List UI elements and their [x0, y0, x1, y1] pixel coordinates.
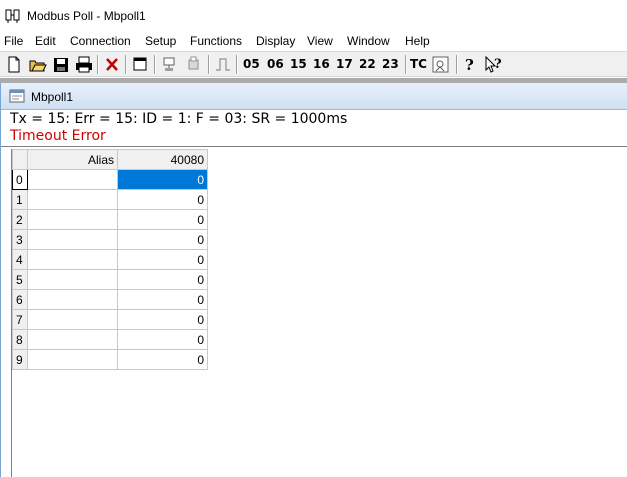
register-column-header[interactable]: 40080: [117, 149, 208, 170]
menu-setup[interactable]: Setup: [145, 34, 176, 48]
toolbar-separator: [97, 55, 99, 74]
row-index[interactable]: 8: [12, 329, 28, 350]
register-value-cell[interactable]: 0: [117, 249, 208, 270]
table-row[interactable]: 90: [12, 349, 208, 370]
tc-button[interactable]: TC: [410, 57, 427, 71]
open-folder-icon[interactable]: [29, 55, 47, 74]
alias-cell[interactable]: [27, 229, 118, 250]
menu-file[interactable]: File: [4, 34, 23, 48]
title-bar: Modbus Poll - Mbpoll1: [0, 0, 627, 31]
write-icon[interactable]: [185, 55, 203, 74]
svg-text:?: ?: [465, 56, 474, 74]
modbus-poll-app-icon: [5, 8, 21, 24]
table-row[interactable]: 60: [12, 289, 208, 310]
menu-help[interactable]: Help: [405, 34, 430, 48]
table-row[interactable]: 40: [12, 249, 208, 270]
read-icon[interactable]: [161, 55, 179, 74]
menu-window[interactable]: Window: [347, 34, 390, 48]
alias-cell[interactable]: [27, 289, 118, 310]
svg-text:?: ?: [494, 57, 502, 72]
menu-view[interactable]: View: [307, 34, 333, 48]
alias-cell[interactable]: [27, 329, 118, 350]
row-index[interactable]: 4: [12, 249, 28, 270]
alias-cell[interactable]: [27, 189, 118, 210]
context-help-icon[interactable]: ?: [484, 55, 504, 74]
register-value-cell[interactable]: 0: [117, 189, 208, 210]
poll-status-text: Tx = 15: Err = 15: ID = 1: F = 03: SR = …: [10, 111, 348, 127]
register-grid-area: Alias 40080 00102030405060708090: [11, 149, 627, 477]
register-value-cell[interactable]: 0: [117, 169, 208, 190]
menu-display[interactable]: Display: [256, 34, 295, 48]
save-icon[interactable]: [53, 55, 69, 74]
table-row[interactable]: 70: [12, 309, 208, 330]
row-index[interactable]: 3: [12, 229, 28, 250]
register-value-cell[interactable]: 0: [117, 309, 208, 330]
pulse-icon[interactable]: [214, 55, 232, 74]
toolbar-separator: [405, 55, 407, 74]
alias-cell[interactable]: [27, 269, 118, 290]
status-divider: [1, 146, 627, 147]
toolbar-separator: [154, 55, 156, 74]
row-index[interactable]: 5: [12, 269, 28, 290]
table-header-row: Alias 40080: [12, 149, 208, 170]
corner-cell: [12, 149, 28, 170]
menu-connection[interactable]: Connection: [70, 34, 131, 48]
toolbar-separator: [125, 55, 127, 74]
alias-cell[interactable]: [27, 249, 118, 270]
register-value-cell[interactable]: 0: [117, 329, 208, 350]
alias-cell[interactable]: [27, 169, 118, 190]
function-17-button[interactable]: 17: [336, 57, 353, 71]
window-title: Modbus Poll - Mbpoll1: [27, 9, 146, 23]
mbpoll-child-window[interactable]: Mbpoll1 Tx = 15: Err = 15: ID = 1: F = 0…: [0, 83, 627, 477]
table-row[interactable]: 10: [12, 189, 208, 210]
row-index[interactable]: 0: [12, 169, 28, 190]
delete-icon[interactable]: [104, 55, 120, 74]
row-index[interactable]: 7: [12, 309, 28, 330]
window-icon[interactable]: [132, 55, 148, 74]
alias-cell[interactable]: [27, 349, 118, 370]
help-icon[interactable]: ?: [462, 55, 478, 74]
menu-bar: File Edit Connection Setup Functions Dis…: [0, 31, 627, 51]
function-22-button[interactable]: 22: [359, 57, 376, 71]
alias-cell[interactable]: [27, 209, 118, 230]
table-row[interactable]: 20: [12, 209, 208, 230]
new-file-icon[interactable]: [6, 55, 22, 74]
register-value-cell[interactable]: 0: [117, 229, 208, 250]
function-15-button[interactable]: 15: [290, 57, 307, 71]
register-table: Alias 40080 00102030405060708090: [12, 149, 208, 370]
toolbar-separator: [208, 55, 210, 74]
register-value-cell[interactable]: 0: [117, 349, 208, 370]
print-icon[interactable]: [75, 55, 93, 74]
register-value-cell[interactable]: 0: [117, 209, 208, 230]
row-index[interactable]: 1: [12, 189, 28, 210]
toolbar-separator: [456, 55, 458, 74]
document-icon: [9, 89, 25, 103]
menu-edit[interactable]: Edit: [35, 34, 56, 48]
child-title-bar[interactable]: Mbpoll1: [1, 83, 627, 110]
row-index[interactable]: 9: [12, 349, 28, 370]
alias-column-header[interactable]: Alias: [27, 149, 118, 170]
menu-functions[interactable]: Functions: [190, 34, 242, 48]
row-index[interactable]: 6: [12, 289, 28, 310]
toolbar-separator: [236, 55, 238, 74]
function-16-button[interactable]: 16: [313, 57, 330, 71]
toolbar: 05 06 15 16 17 22 23 TC ? ?: [0, 51, 627, 77]
table-row[interactable]: 50: [12, 269, 208, 290]
monitor-icon[interactable]: [432, 55, 450, 74]
row-index[interactable]: 2: [12, 209, 28, 230]
timeout-error-text: Timeout Error: [10, 128, 106, 144]
function-06-button[interactable]: 06: [267, 57, 284, 71]
child-window-title: Mbpoll1: [31, 90, 74, 104]
register-value-cell[interactable]: 0: [117, 289, 208, 310]
table-row[interactable]: 30: [12, 229, 208, 250]
function-23-button[interactable]: 23: [382, 57, 399, 71]
function-05-button[interactable]: 05: [243, 57, 260, 71]
table-row[interactable]: 00: [12, 169, 208, 190]
alias-cell[interactable]: [27, 309, 118, 330]
register-value-cell[interactable]: 0: [117, 269, 208, 290]
table-row[interactable]: 80: [12, 329, 208, 350]
